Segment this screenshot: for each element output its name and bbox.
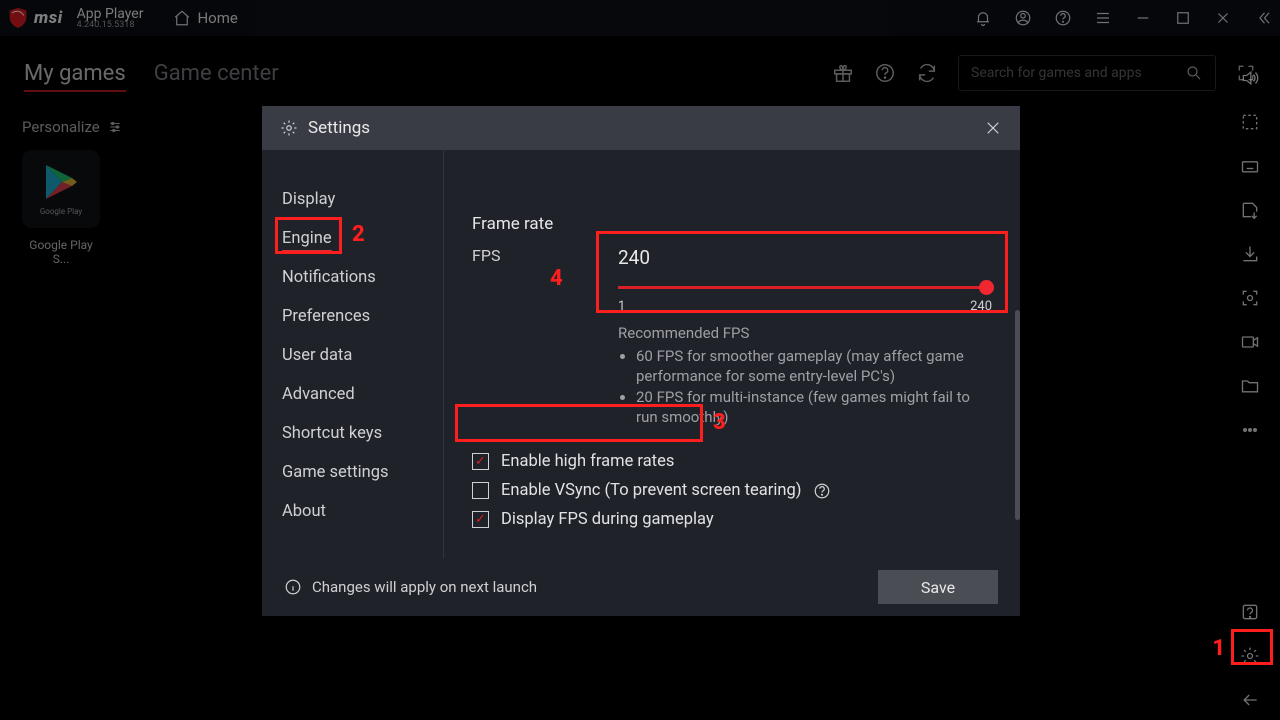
checkbox-high-frame-rates[interactable]: Enable high frame rates [472, 447, 992, 476]
annotation-number: 4 [550, 266, 563, 291]
bell-icon[interactable] [974, 9, 992, 27]
sidebar-item-game-settings[interactable]: Game settings [262, 453, 443, 492]
help-icon[interactable] [874, 62, 896, 84]
sync-icon[interactable] [916, 62, 938, 84]
maximize-icon[interactable] [1174, 9, 1192, 27]
sidebar-item-preferences[interactable]: Preferences [262, 297, 443, 336]
folder-icon[interactable] [1240, 376, 1260, 396]
sidebar-item-about[interactable]: About [262, 492, 443, 531]
subheader: My games Game center [0, 36, 1280, 110]
search-box[interactable] [958, 55, 1216, 91]
tab-game-center[interactable]: Game center [154, 61, 279, 86]
download-icon[interactable] [1240, 244, 1260, 264]
checkbox-vsync[interactable]: Enable VSync (To prevent screen tearing) [472, 476, 992, 505]
back-icon[interactable] [1240, 690, 1260, 710]
annotation-box [1231, 629, 1273, 665]
gear-icon [280, 119, 298, 137]
msi-shield-icon [8, 7, 28, 29]
scrollbar[interactable] [1015, 310, 1020, 520]
locate-icon[interactable] [1240, 288, 1260, 308]
help-icon[interactable] [1054, 9, 1072, 27]
modal-footer: Changes will apply on next launch Save [262, 558, 1020, 616]
select-icon[interactable] [1240, 112, 1260, 132]
volume-icon[interactable] [1240, 68, 1260, 88]
titlebar: msi App Player 4.240.15.5318 Home [0, 0, 1280, 36]
recommended-title: Recommended FPS [618, 324, 992, 342]
help-icon[interactable] [813, 482, 831, 500]
side-rail [1232, 68, 1268, 710]
modal-header: Settings [262, 106, 1020, 150]
gift-icon[interactable] [832, 62, 854, 84]
record-icon[interactable] [1240, 332, 1260, 352]
close-icon[interactable] [1214, 9, 1232, 27]
modal-main: Frame rate FPS 240 1 240 Recommended FPS [444, 150, 1020, 558]
annotation-number: 1 [1212, 636, 1225, 661]
annotation-number: 3 [713, 410, 726, 435]
account-icon[interactable] [1014, 9, 1032, 27]
rec-item: 60 FPS for smoother gameplay (may affect… [636, 346, 992, 387]
annotation-box [275, 217, 342, 254]
collapse-icon[interactable] [1254, 9, 1272, 27]
sidebar-item-shortcut-keys[interactable]: Shortcut keys [262, 414, 443, 453]
home-label[interactable]: Home [197, 9, 237, 27]
save-button[interactable]: Save [878, 570, 998, 604]
sliders-icon [108, 120, 122, 134]
settings-modal: Settings Display Engine Notifications Pr… [262, 106, 1020, 616]
search-icon[interactable] [1185, 64, 1203, 82]
modal-close-icon[interactable] [984, 119, 1002, 137]
sidebar-item-notifications[interactable]: Notifications [262, 258, 443, 297]
tab-my-games[interactable]: My games [24, 61, 126, 86]
install-apk-icon[interactable] [1240, 200, 1260, 220]
checkbox-icon[interactable] [472, 511, 489, 528]
keyboard-icon[interactable] [1240, 156, 1260, 176]
app-tile-google-play[interactable]: Google Play Google Play S... [22, 150, 100, 266]
annotation-box [455, 404, 703, 442]
modal-sidebar: Display Engine Notifications Preferences… [262, 150, 444, 558]
checkbox-icon[interactable] [472, 453, 489, 470]
question-icon[interactable] [1240, 602, 1260, 622]
app-name: App Player 4.240.15.5318 [77, 7, 144, 30]
checkbox-icon[interactable] [472, 482, 489, 499]
menu-icon[interactable] [1094, 9, 1112, 27]
brand-label: msi [34, 8, 63, 28]
home-icon[interactable] [173, 9, 191, 27]
footer-note: Changes will apply on next launch [312, 578, 537, 596]
checkbox-display-fps[interactable]: Display FPS during gameplay [472, 505, 992, 534]
sidebar-item-display[interactable]: Display [262, 180, 443, 219]
google-play-icon [44, 163, 78, 201]
modal-title: Settings [308, 118, 370, 138]
sidebar-item-advanced[interactable]: Advanced [262, 375, 443, 414]
annotation-number: 2 [352, 222, 365, 247]
minimize-icon[interactable] [1134, 9, 1152, 27]
info-icon [284, 578, 302, 596]
search-input[interactable] [971, 65, 1185, 81]
sidebar-item-user-data[interactable]: User data [262, 336, 443, 375]
more-icon[interactable] [1240, 420, 1260, 440]
annotation-box [596, 231, 1008, 313]
personalize[interactable]: Personalize [22, 118, 122, 136]
